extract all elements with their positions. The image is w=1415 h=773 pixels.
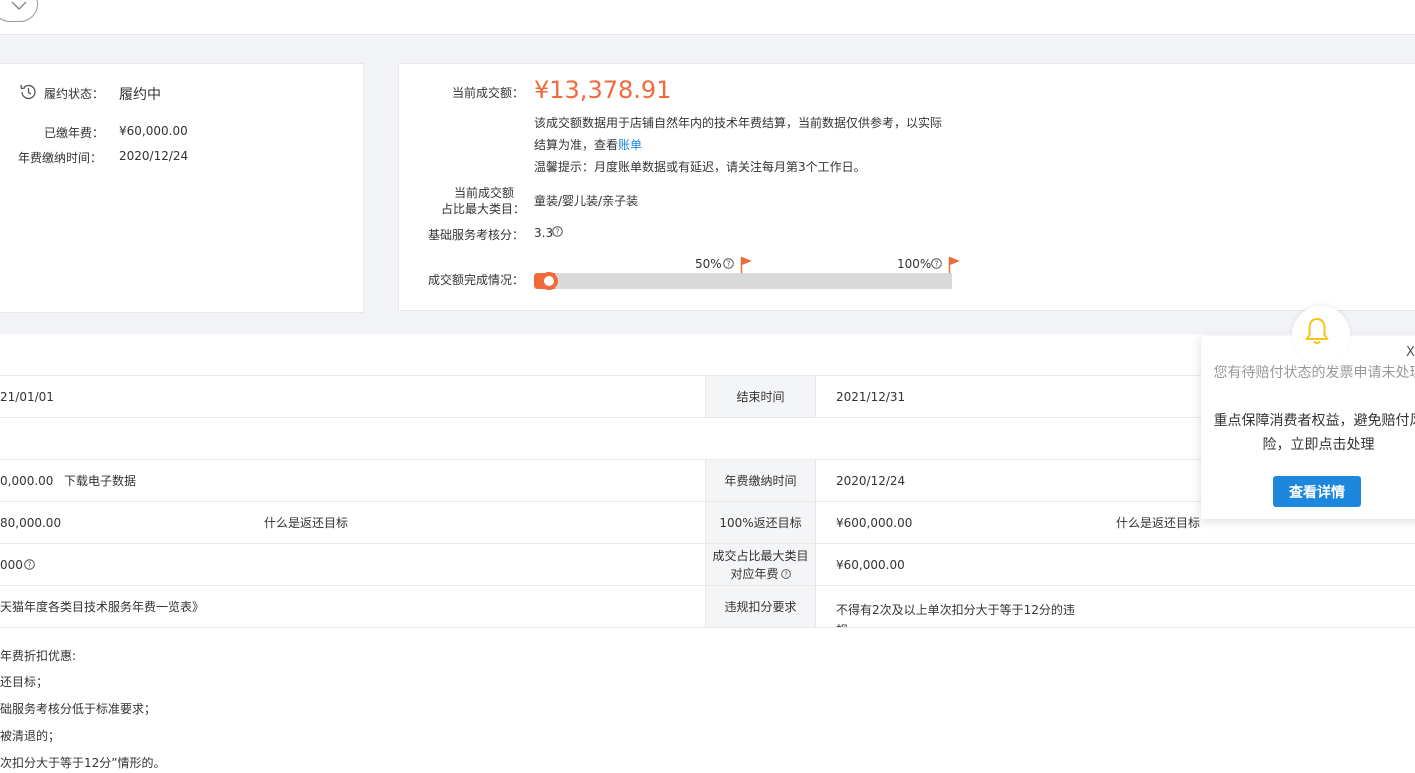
progress-label: 成交额完成情况： — [428, 273, 525, 287]
score-label: 基础服务考核分： — [428, 228, 525, 242]
what-is-return-target-link[interactable]: 什么是返还目标 — [264, 502, 348, 543]
consumer-protection-message: 重点保障消费者权益，避免赔付风险，立即点击处理 — [1213, 413, 1415, 453]
fee-value: 0,000.00 — [0, 473, 54, 488]
turnover-label: 当前成交额： — [452, 86, 525, 100]
discount-note-item: 础服务考核分低于标准要求； — [0, 702, 157, 716]
chevron-down-icon — [11, 1, 27, 10]
category-fee-value: 000 ? — [0, 544, 35, 585]
discount-note-item: 次扣分大于等于12分”情形的。 — [0, 756, 166, 770]
full-return-target-value: ¥600,000.00 — [836, 515, 913, 530]
history-icon — [20, 84, 36, 100]
bell-icon — [1305, 318, 1329, 344]
turnover-value: ¥13,378.91 — [534, 76, 672, 104]
table-row: 000 ? 成交占比最大类目 对应年费 ? ¥60,000.00 — [0, 544, 1415, 586]
status-value: 履约中 — [119, 87, 161, 103]
status-label: 履约状态： — [44, 87, 105, 101]
progress-track — [534, 273, 952, 289]
pending-invoice-message: 您有待赔付状态的发票申请未处理 — [1213, 365, 1415, 381]
end-time-head: 结束时间 — [705, 376, 816, 417]
return-target-value: 80,000.00 — [0, 515, 62, 530]
violation-requirement-head: 违规扣分要求 — [705, 586, 816, 627]
violation-requirement-value: 不得有2次及以上单次扣分大于等于12分的违 规 — [836, 603, 1075, 627]
max-category-label-1: 当前成交额 — [454, 186, 515, 200]
download-data-link[interactable]: 下载电子数据 — [64, 460, 136, 501]
pay-time-label: 年费缴纳时间： — [18, 151, 103, 165]
help-icon[interactable]: ? — [723, 258, 734, 269]
pay-time-value: 2020/12/24 — [119, 149, 189, 163]
progress-knob — [540, 272, 558, 290]
delay-tip: 温馨提示：月度账单数据或有延迟，请关注每月第3个工作日。 — [534, 160, 866, 174]
help-icon[interactable]: ? — [931, 258, 942, 269]
milestone-50-label: 50% — [695, 257, 722, 271]
max-category-label-2: 占比最大类目： — [441, 202, 526, 216]
help-icon[interactable]: ? — [24, 559, 35, 570]
flag-icon — [948, 257, 960, 273]
max-category-value: 童装/婴儿装/亲子装 — [534, 194, 639, 208]
discount-note-title: 年费折扣优惠: — [0, 649, 77, 663]
help-icon[interactable]: ? — [780, 568, 791, 579]
svg-text:?: ? — [784, 570, 788, 578]
score-value: 3.3 — [534, 226, 554, 240]
paid-fee-value: ¥60,000.00 — [119, 124, 188, 138]
svg-text:?: ? — [727, 259, 731, 268]
max-category-fee-head: 成交占比最大类目 对应年费 ? — [705, 544, 816, 585]
flag-icon — [740, 257, 752, 273]
turnover-description: 该成交额数据用于店铺自然年内的技术年费结算，当前数据仅供参考，以实际 — [534, 116, 943, 130]
end-time-value: 2021/12/31 — [836, 389, 906, 404]
bill-link[interactable]: 账单 — [618, 138, 642, 152]
what-is-return-target-link[interactable]: 什么是返还目标 — [1116, 502, 1200, 543]
view-details-button[interactable]: 查看详情 — [1273, 476, 1361, 507]
discount-note-item: 被清退的； — [0, 729, 61, 743]
full-return-target-head: 100%返还目标 — [705, 502, 816, 543]
turnover-description-cont: 结算为准，查看账单 — [534, 138, 643, 152]
svg-text:?: ? — [935, 259, 939, 268]
discount-note-item: 还目标； — [0, 675, 49, 689]
pay-time-head: 年费缴纳时间 — [705, 460, 816, 501]
category-fee-list-link[interactable]: 天猫年度各类目技术服务年费一览表》 — [0, 586, 204, 627]
table-row: 天猫年度各类目技术服务年费一览表》 违规扣分要求 不得有2次及以上单次扣分大于等… — [0, 586, 1415, 628]
max-category-fee-value: ¥60,000.00 — [836, 557, 905, 572]
collapse-toggle-button[interactable] — [0, 0, 38, 22]
svg-text:?: ? — [556, 227, 560, 236]
help-icon[interactable]: ? — [552, 226, 563, 237]
start-date-value: 21/01/01 — [0, 389, 54, 404]
milestone-100-label: 100% — [897, 257, 932, 271]
paid-fee-label: 已缴年费： — [44, 126, 105, 140]
svg-text:?: ? — [27, 560, 31, 569]
pay-time-cell: 2020/12/24 — [836, 473, 906, 488]
close-icon[interactable]: X — [1406, 345, 1415, 360]
